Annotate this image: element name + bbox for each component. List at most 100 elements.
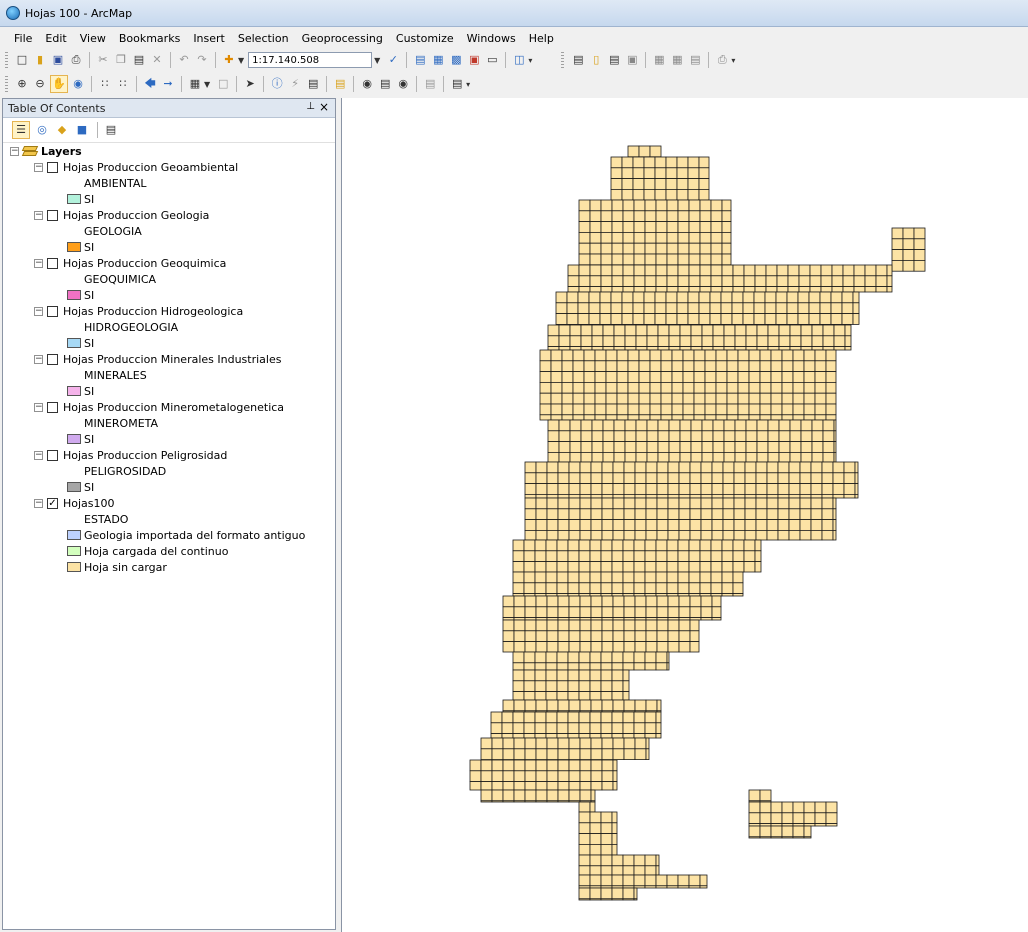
map-sheet-cell[interactable] <box>545 711 558 724</box>
map-sheet-cell[interactable] <box>781 349 794 362</box>
map-sheet-cell[interactable] <box>524 737 537 750</box>
map-sheet-cell[interactable] <box>698 156 710 169</box>
map-sheet-cell[interactable] <box>676 167 689 180</box>
map-sheet-cell[interactable] <box>513 699 526 712</box>
map-sheet-cell[interactable] <box>623 461 636 474</box>
map-sheet-cell[interactable] <box>611 286 624 293</box>
map-sheet-cell[interactable] <box>789 430 802 442</box>
map-sheet-cell[interactable] <box>781 812 794 824</box>
map-sheet-cell[interactable] <box>699 231 712 244</box>
map-sheet-cell[interactable] <box>546 619 559 632</box>
map-sheet-cell[interactable] <box>803 381 816 394</box>
map-sheet-cell[interactable] <box>555 302 568 315</box>
map-sheet-cell[interactable] <box>797 291 810 304</box>
map-sheet-cell[interactable] <box>721 210 732 223</box>
map-sheet-cell[interactable] <box>721 231 732 244</box>
map-sheet-cell[interactable] <box>710 253 723 266</box>
map-sheet-cell[interactable] <box>743 264 756 277</box>
map-sheet-cell[interactable] <box>913 259 926 272</box>
map-sheet-cell[interactable] <box>792 812 805 824</box>
map-sheet-cell[interactable] <box>589 539 602 552</box>
map-sheet-cell[interactable] <box>524 759 537 772</box>
map-sheet-cell[interactable] <box>644 242 657 255</box>
map-sheet-cell[interactable] <box>480 737 493 750</box>
map-sheet-cell[interactable] <box>655 253 668 266</box>
map-sheet-cell[interactable] <box>656 606 669 618</box>
map-sheet-cell[interactable] <box>668 324 681 337</box>
map-sheet-cell[interactable] <box>600 887 613 900</box>
map-scale-input[interactable]: 1:17.140.508 <box>248 52 373 68</box>
map-sheet-cell[interactable] <box>701 346 714 351</box>
map-sheet-cell[interactable] <box>558 430 571 442</box>
copy-features-icon[interactable]: ▤ <box>606 52 622 68</box>
map-sheet-cell[interactable] <box>601 483 614 495</box>
menu-file[interactable]: File <box>14 32 32 45</box>
map-sheet-cell[interactable] <box>590 789 596 802</box>
map-sheet-cell[interactable] <box>833 451 837 463</box>
map-sheet-cell[interactable] <box>633 662 646 671</box>
map-sheet-cell[interactable] <box>666 571 679 584</box>
map-sheet-cell[interactable] <box>589 571 602 584</box>
map-sheet-cell[interactable] <box>561 371 574 383</box>
map-sheet-cell[interactable] <box>557 699 570 712</box>
map-sheet-cell[interactable] <box>688 550 701 562</box>
map-sheet-cell[interactable] <box>734 451 747 463</box>
map-sheet-cell[interactable] <box>634 699 647 712</box>
map-sheet-cell[interactable] <box>524 630 537 642</box>
map-sheet-cell[interactable] <box>545 561 558 573</box>
map-sheet-cell[interactable] <box>588 313 601 325</box>
map-sheet-cell[interactable] <box>825 801 838 814</box>
map-sheet-cell[interactable] <box>590 472 603 484</box>
map-sheet-cell[interactable] <box>568 519 581 531</box>
map-sheet-cell[interactable] <box>842 264 855 277</box>
map-sheet-cell[interactable] <box>580 335 593 348</box>
layout-tool-icon[interactable]: ▤ <box>570 52 586 68</box>
map-sheet-cell[interactable] <box>743 275 756 288</box>
catalog-window-icon[interactable]: ▦ <box>430 52 446 68</box>
map-sheet-cell[interactable] <box>579 630 592 642</box>
map-sheet-cell[interactable] <box>821 508 834 520</box>
map-sheet-cell[interactable] <box>699 242 712 255</box>
map-sheet-cell[interactable] <box>557 737 570 750</box>
map-sheet-cell[interactable] <box>655 885 668 889</box>
map-sheet-cell[interactable] <box>754 264 767 277</box>
map-sheet-cell[interactable] <box>687 156 700 169</box>
map-sheet-cell[interactable] <box>655 275 668 288</box>
map-sheet-cell[interactable] <box>633 231 646 244</box>
map-sheet-cell[interactable] <box>611 264 624 277</box>
full-extent-icon[interactable]: ◉ <box>70 76 86 92</box>
map-sheet-cell[interactable] <box>589 275 602 288</box>
map-sheet-cell[interactable] <box>657 419 670 432</box>
map-sheet-cell[interactable] <box>502 770 515 782</box>
map-sheet-cell[interactable] <box>523 582 536 594</box>
map-sheet-cell[interactable] <box>689 472 702 484</box>
map-sheet-cell[interactable] <box>523 691 536 701</box>
map-sheet-cell[interactable] <box>668 441 681 453</box>
map-sheet-cell[interactable] <box>693 403 706 416</box>
map-sheet-cell[interactable] <box>622 651 635 664</box>
map-sheet-cell[interactable] <box>600 833 613 845</box>
map-sheet-cell[interactable] <box>644 571 657 584</box>
map-sheet-cell[interactable] <box>567 286 580 293</box>
map-sheet-cell[interactable] <box>710 231 723 244</box>
map-sheet-cell[interactable] <box>591 441 604 453</box>
map-sheet-cell[interactable] <box>833 441 837 453</box>
map-sheet-cell[interactable] <box>677 275 690 288</box>
map-sheet-cell[interactable] <box>601 641 614 653</box>
map-sheet-cell[interactable] <box>545 669 558 682</box>
map-sheet-cell[interactable] <box>679 324 692 337</box>
map-sheet-cell[interactable] <box>767 419 780 432</box>
map-sheet-cell[interactable] <box>698 291 711 304</box>
map-sheet-cell[interactable] <box>579 461 592 474</box>
map-sheet-cell[interactable] <box>600 822 613 834</box>
map-sheet-cell[interactable] <box>665 313 678 325</box>
map-sheet-cell[interactable] <box>665 167 678 180</box>
map-sheet-cell[interactable] <box>633 561 646 573</box>
map-sheet-cell[interactable] <box>502 737 515 750</box>
map-sheet-cell[interactable] <box>759 801 772 814</box>
map-sheet-cell[interactable] <box>775 291 788 304</box>
map-sheet-cell[interactable] <box>579 493 592 499</box>
map-sheet-cell[interactable] <box>621 302 634 315</box>
map-sheet-cell[interactable] <box>611 680 624 692</box>
map-sheet-cell[interactable] <box>688 561 701 573</box>
